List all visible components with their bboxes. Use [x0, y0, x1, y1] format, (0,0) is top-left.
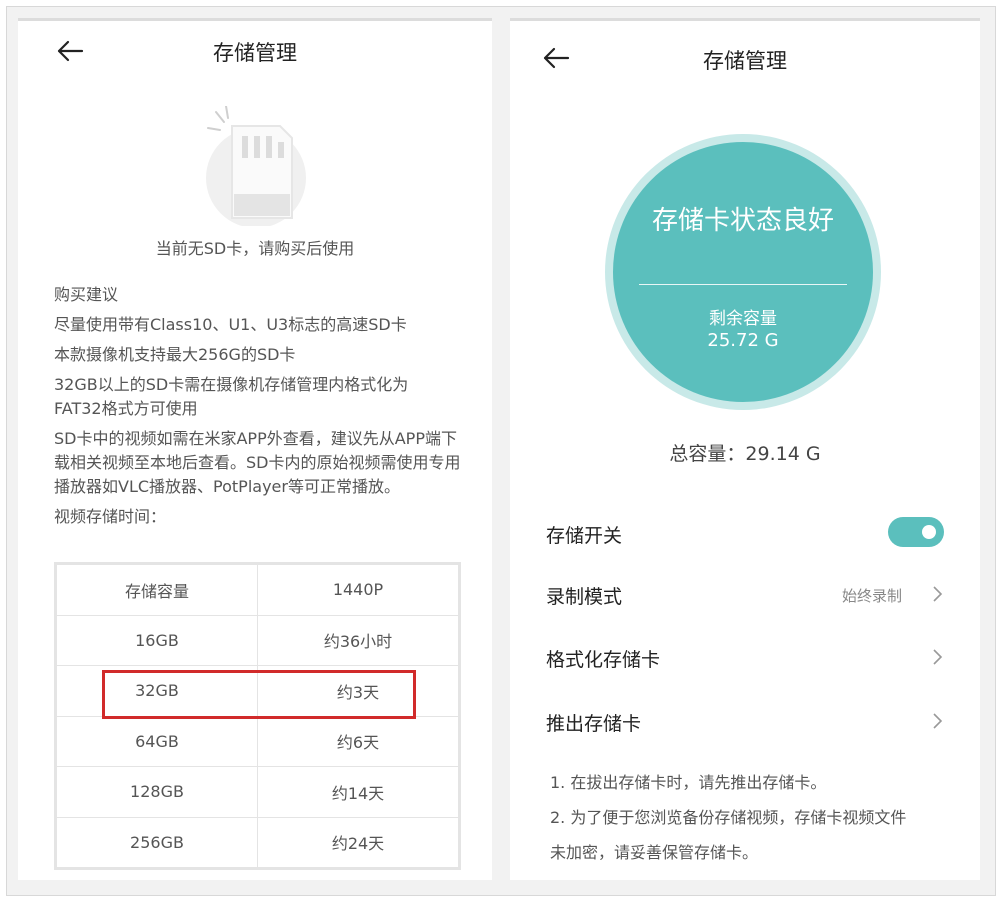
- advice-item: 32GB以上的SD卡需在摄像机存储管理内格式化为FAT32格式方可使用: [54, 375, 409, 418]
- note-line: 未加密，请妥善保管存储卡。: [550, 843, 759, 862]
- chevron-right-icon: [933, 713, 943, 729]
- highlight-32gb-row: [102, 670, 416, 719]
- remaining-capacity-label: 剩余容量: [709, 309, 777, 329]
- setting-label: 录制模式: [546, 586, 623, 608]
- table-row: 256GB 约24天: [56, 816, 459, 868]
- table-cell-capacity: 128GB: [56, 766, 258, 818]
- table-row: 128GB 约14天: [56, 766, 459, 818]
- no-card-message: 当前无SD卡，请购买后使用: [155, 239, 355, 258]
- right-phone-screen: 存储管理 存储卡状态良好 剩余容量 25.72 G 总容量：29.14 G 存储…: [510, 18, 980, 880]
- setting-record-mode[interactable]: 录制模式 始终录制: [546, 574, 944, 614]
- storage-time-heading: 视频存储时间：: [54, 507, 167, 526]
- table-header-row: 存储容量 1440P: [56, 564, 459, 616]
- note-line: 1. 在拔出存储卡时，请先推出存储卡。: [550, 773, 827, 792]
- chevron-right-icon: [933, 649, 943, 665]
- storage-status-text: 存储卡状态良好: [651, 206, 834, 236]
- setting-eject-card[interactable]: 推出存储卡: [546, 701, 944, 741]
- chevron-right-icon: [933, 586, 943, 602]
- storage-status-circle: 存储卡状态良好 剩余容量 25.72 G: [605, 134, 881, 410]
- advice-item: 本款摄像机支持最大256G的SD卡: [54, 345, 296, 364]
- table-cell-capacity: 16GB: [56, 614, 258, 666]
- advice-heading: 购买建议: [54, 285, 119, 304]
- table-cell-capacity: 256GB: [56, 816, 258, 868]
- table-cell-duration: 约36小时: [257, 614, 459, 666]
- record-mode-value: 始终录制: [841, 587, 902, 605]
- storage-notes: 1. 在拔出存储卡时，请先推出存储卡。 2. 为了便于您浏览备份存储视频，存储卡…: [550, 765, 960, 870]
- no-sd-card-icon: [204, 105, 314, 228]
- setting-label: 格式化存储卡: [546, 649, 661, 671]
- left-phone-screen: 存储管理 当前无SD卡，请购买后使用 购买建议 尽量使用带有Class10、U1…: [18, 18, 492, 880]
- circle-divider: [639, 284, 847, 285]
- toggle-knob: [922, 525, 936, 539]
- table-header-cell: 存储容量: [56, 564, 258, 616]
- setting-label: 推出存储卡: [546, 713, 642, 735]
- table-cell-capacity: 64GB: [56, 715, 258, 767]
- page-title: 存储管理: [703, 49, 787, 73]
- table-cell-duration: 约24天: [257, 816, 459, 868]
- storage-switch-toggle[interactable]: [888, 517, 944, 547]
- setting-storage-switch: 存储开关: [546, 513, 944, 553]
- total-capacity: 总容量：29.14 G: [669, 443, 821, 465]
- note-line: 2. 为了便于您浏览备份存储视频，存储卡视频文件: [550, 808, 907, 827]
- table-cell-duration: 约14天: [257, 766, 459, 818]
- advice-item: SD卡中的视频如需在米家APP外查看，建议先从APP端下载相关视频至本地后查看。…: [54, 429, 461, 496]
- remaining-capacity-value: 25.72 G: [707, 330, 779, 351]
- table-cell-duration: 约6天: [257, 715, 459, 767]
- table-row: 16GB 约36小时: [56, 614, 459, 666]
- table-header-cell: 1440P: [257, 564, 459, 616]
- table-row: 64GB 约6天: [56, 715, 459, 767]
- purchase-advice: 购买建议 尽量使用带有Class10、U1、U3标志的高速SD卡 本款摄像机支持…: [54, 283, 469, 535]
- setting-label: 存储开关: [546, 525, 623, 547]
- page-title: 存储管理: [213, 41, 297, 65]
- storage-status-inner: 存储卡状态良好 剩余容量 25.72 G: [613, 142, 873, 402]
- setting-format-card[interactable]: 格式化存储卡: [546, 637, 944, 677]
- advice-item: 尽量使用带有Class10、U1、U3标志的高速SD卡: [54, 315, 407, 334]
